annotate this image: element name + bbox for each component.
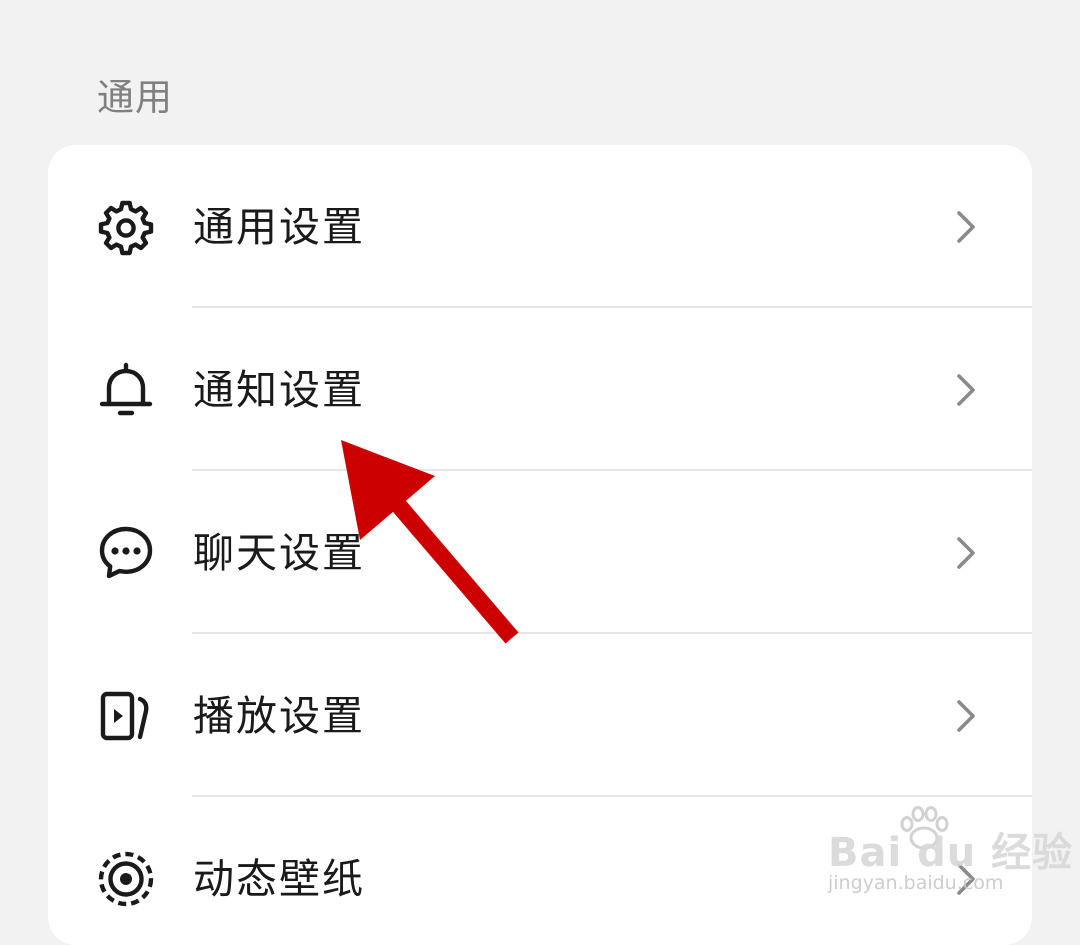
settings-item-playback[interactable]: 播放设置 bbox=[48, 634, 1032, 797]
chevron-right-icon bbox=[952, 209, 980, 245]
settings-item-label: 动态壁纸 bbox=[193, 854, 365, 903]
settings-card: 通用设置 通知设置 聊天设置 播放设置 动态壁纸 bbox=[48, 145, 1032, 945]
settings-item-notification[interactable]: 通知设置 bbox=[48, 308, 1032, 471]
settings-item-label: 通知设置 bbox=[193, 365, 365, 414]
settings-item-live-wallpaper[interactable]: 动态壁纸 bbox=[48, 797, 1032, 945]
settings-item-label: 聊天设置 bbox=[193, 528, 365, 577]
gear-icon bbox=[96, 197, 156, 257]
video-play-icon bbox=[96, 686, 156, 746]
settings-item-label: 通用设置 bbox=[193, 202, 365, 251]
settings-item-general[interactable]: 通用设置 bbox=[48, 145, 1032, 308]
live-wallpaper-icon bbox=[96, 849, 156, 909]
settings-item-label: 播放设置 bbox=[193, 691, 365, 740]
chevron-right-icon bbox=[952, 535, 980, 571]
chevron-right-icon bbox=[952, 372, 980, 408]
chevron-right-icon bbox=[952, 861, 980, 897]
chevron-right-icon bbox=[952, 698, 980, 734]
section-header-general: 通用 bbox=[97, 76, 173, 119]
settings-item-chat[interactable]: 聊天设置 bbox=[48, 471, 1032, 634]
chat-bubble-icon bbox=[96, 523, 156, 583]
bell-icon bbox=[96, 360, 156, 420]
